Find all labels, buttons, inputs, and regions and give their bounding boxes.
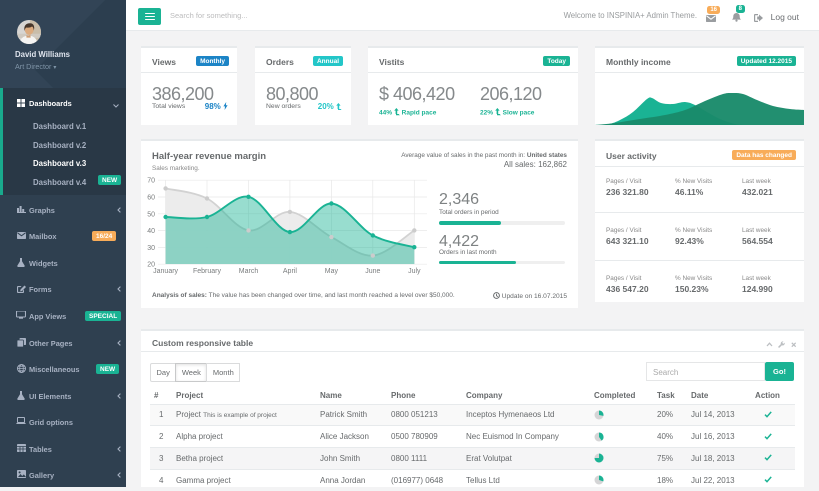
svg-text:July: July	[408, 268, 421, 275]
svg-text:70: 70	[147, 178, 155, 185]
svg-text:50: 50	[147, 211, 155, 218]
svg-text:30: 30	[147, 245, 155, 252]
svg-text:40: 40	[147, 228, 155, 235]
svg-text:April: April	[283, 268, 297, 275]
svg-text:February: February	[193, 268, 222, 275]
svg-text:May: May	[325, 268, 339, 275]
svg-text:June: June	[365, 268, 380, 275]
svg-text:March: March	[239, 268, 259, 275]
svg-text:60: 60	[147, 195, 155, 202]
svg-text:January: January	[153, 268, 178, 275]
